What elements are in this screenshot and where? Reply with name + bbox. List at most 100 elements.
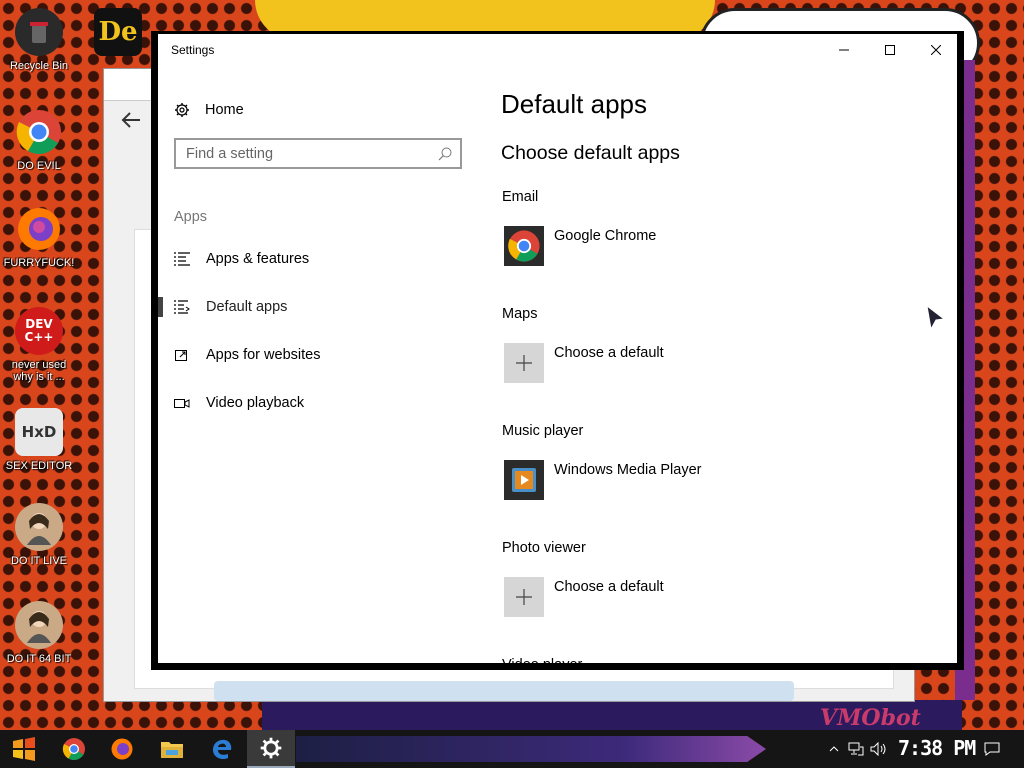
start-icon <box>13 737 35 761</box>
search-input[interactable] <box>176 140 430 167</box>
volume-button[interactable] <box>868 730 890 768</box>
close-icon <box>931 45 941 55</box>
taskbar-firefox-button[interactable] <box>98 730 146 768</box>
plus-icon <box>504 577 544 617</box>
taskbar: 7:38 PM <box>0 730 1024 768</box>
desktop-icon-do-it-live[interactable]: DO IT LIVE <box>1 503 77 567</box>
default-app-music-player-button[interactable]: Windows Media Player <box>504 460 701 500</box>
media-player-icon <box>504 460 544 500</box>
nav-home-button[interactable]: Home <box>174 99 244 121</box>
notification-icon <box>984 742 1000 756</box>
desktop-icon-dev-cpp[interactable]: DEV C++ never used why is it ... <box>1 307 77 383</box>
folder-icon <box>161 742 183 758</box>
taskbar-settings-button[interactable] <box>247 730 295 768</box>
taskbar-chrome-button[interactable] <box>50 730 98 768</box>
category-label-video-player: Video player <box>502 657 583 666</box>
edge-icon <box>213 739 232 760</box>
plus-icon <box>504 343 544 383</box>
close-button[interactable] <box>913 34 959 66</box>
window-title: Settings <box>171 43 215 57</box>
nav-item-video-playback[interactable]: Video playback <box>158 383 478 423</box>
back-arrow-icon[interactable] <box>120 109 142 137</box>
desktop-icon-label: DO IT 64 BIT <box>6 653 72 665</box>
taskbar-clock[interactable]: 7:38 PM <box>898 736 976 760</box>
desktop-icon-label: FURRYFUCK! <box>3 257 75 269</box>
show-hidden-icons-button[interactable] <box>824 730 844 768</box>
minimize-button[interactable] <box>821 34 867 66</box>
settings-window[interactable]: Settings Home Find a setting Apps Apps &… <box>151 31 964 670</box>
action-center-button[interactable] <box>978 730 1006 768</box>
video-camera-icon <box>174 397 190 409</box>
page-title: Default apps <box>501 89 647 119</box>
nav-item-label: Video playback <box>206 395 305 411</box>
nav-item-label: Apps & features <box>206 251 310 267</box>
maximize-icon <box>885 45 895 55</box>
desktop-icon-recycle-bin[interactable]: Recycle Bin <box>1 8 77 72</box>
dev-cpp-icon-text: DEV C++ <box>24 317 54 344</box>
default-apps-icon <box>174 300 190 314</box>
portrait-icon <box>15 601 63 649</box>
dev-cpp-icon: DEV C++ <box>15 307 63 355</box>
start-button[interactable] <box>0 730 48 768</box>
de-app-icon-text: De <box>98 17 138 47</box>
speaker-icon <box>870 742 886 756</box>
portrait-icon <box>15 503 63 551</box>
nav-home-label: Home <box>205 102 244 118</box>
gear-icon <box>260 737 282 759</box>
open-window-icon <box>174 348 190 362</box>
firefox-icon <box>111 738 133 760</box>
network-button[interactable] <box>846 730 866 768</box>
find-setting-search[interactable] <box>174 138 462 169</box>
recycle-bin-icon <box>15 8 63 56</box>
desktop-icon-label: never used why is it ... <box>11 359 67 383</box>
settings-title-bar[interactable]: Settings <box>158 34 957 66</box>
desktop-icon-label: Recycle Bin <box>9 60 69 72</box>
default-app-name: Google Chrome <box>554 228 657 244</box>
default-app-email-button[interactable]: Google Chrome <box>504 226 656 266</box>
taskbar-edge-button[interactable] <box>198 730 246 768</box>
gear-icon <box>175 103 189 117</box>
desktop-icon-do-evil[interactable]: DO EVIL <box>1 108 77 172</box>
minimize-icon <box>839 49 849 51</box>
nav-item-apps-for-websites[interactable]: Apps for websites <box>158 335 478 375</box>
hxd-icon: HxD <box>15 408 63 456</box>
settings-window-body: Settings Home Find a setting Apps Apps &… <box>158 34 957 666</box>
search-icon[interactable] <box>430 147 460 161</box>
default-app-name: Choose a default <box>554 579 664 595</box>
nav-item-label: Default apps <box>206 299 288 315</box>
nav-item-label: Apps for websites <box>206 347 321 363</box>
category-label-maps: Maps <box>502 306 538 322</box>
desktop-icon-label: DO EVIL <box>17 160 61 172</box>
network-icon <box>848 742 864 756</box>
browser-banner <box>214 681 794 701</box>
section-title: Choose default apps <box>501 142 680 164</box>
desktop-icon-sex-editor[interactable]: HxD SEX EDITOR <box>1 408 77 472</box>
hxd-icon-text: HxD <box>21 423 57 441</box>
wallpaper-text: VMObot <box>820 705 921 731</box>
desktop-icon-label: SEX EDITOR <box>5 460 73 472</box>
desktop-icon-furryfuck[interactable]: FURRYFUCK! <box>1 205 77 269</box>
default-app-maps-button[interactable]: Choose a default <box>504 343 664 383</box>
chrome-icon <box>62 738 85 760</box>
default-app-photo-viewer-button[interactable]: Choose a default <box>504 577 664 617</box>
de-app-icon: De <box>94 8 142 56</box>
chrome-icon <box>504 226 544 266</box>
desktop-icon-de[interactable]: De <box>80 8 156 56</box>
desktop-icon-do-it-64-bit[interactable]: DO IT 64 BIT <box>1 601 77 665</box>
taskbar-decoration-strip <box>296 736 766 762</box>
default-app-name: Windows Media Player <box>554 462 702 478</box>
mouse-cursor-icon <box>926 304 946 335</box>
taskbar-file-explorer-button[interactable] <box>148 730 196 768</box>
default-app-name: Choose a default <box>554 345 664 361</box>
category-label-photo-viewer: Photo viewer <box>502 540 586 556</box>
default-apps-page: Default apps Choose default apps Email G… <box>501 66 951 666</box>
chevron-up-icon <box>829 746 839 752</box>
category-label-music-player: Music player <box>502 423 584 439</box>
category-label-email: Email <box>502 189 539 205</box>
nav-section-label: Apps <box>174 209 208 225</box>
firefox-icon <box>15 205 63 253</box>
nav-item-apps-features[interactable]: Apps & features <box>158 239 478 279</box>
nav-item-default-apps[interactable]: Default apps <box>158 287 478 327</box>
desktop-icon-label: DO IT LIVE <box>10 555 68 567</box>
maximize-button[interactable] <box>867 34 913 66</box>
